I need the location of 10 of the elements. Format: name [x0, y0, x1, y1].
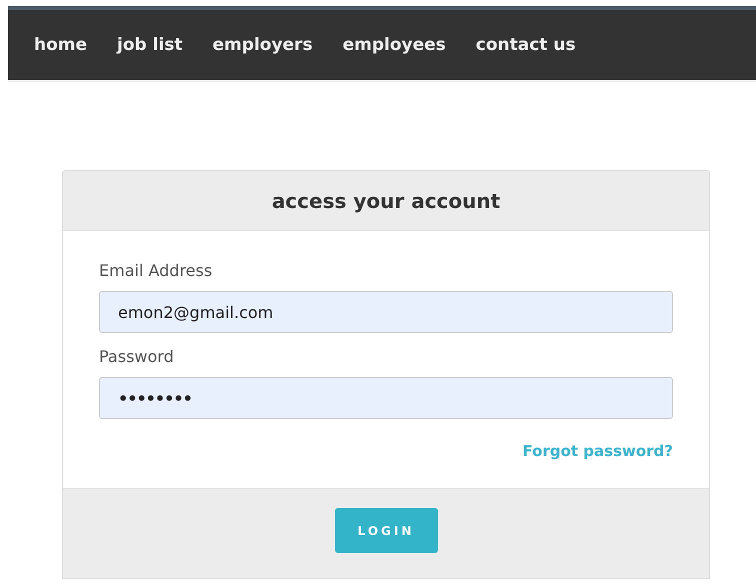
- input-field[interactable]: emon2@gmail.com: [99, 291, 673, 333]
- nav-link[interactable]: home: [34, 35, 88, 55]
- nav-link[interactable]: employers: [212, 35, 313, 55]
- nav-link[interactable]: contact us: [476, 35, 576, 55]
- card-title: access your account: [272, 188, 500, 212]
- input-field[interactable]: ••••••••: [99, 377, 673, 419]
- field-label: Email Address: [99, 261, 214, 280]
- nav-link[interactable]: job list: [117, 35, 183, 55]
- field-label: Password: [99, 347, 175, 366]
- nav-link[interactable]: employees: [342, 35, 446, 55]
